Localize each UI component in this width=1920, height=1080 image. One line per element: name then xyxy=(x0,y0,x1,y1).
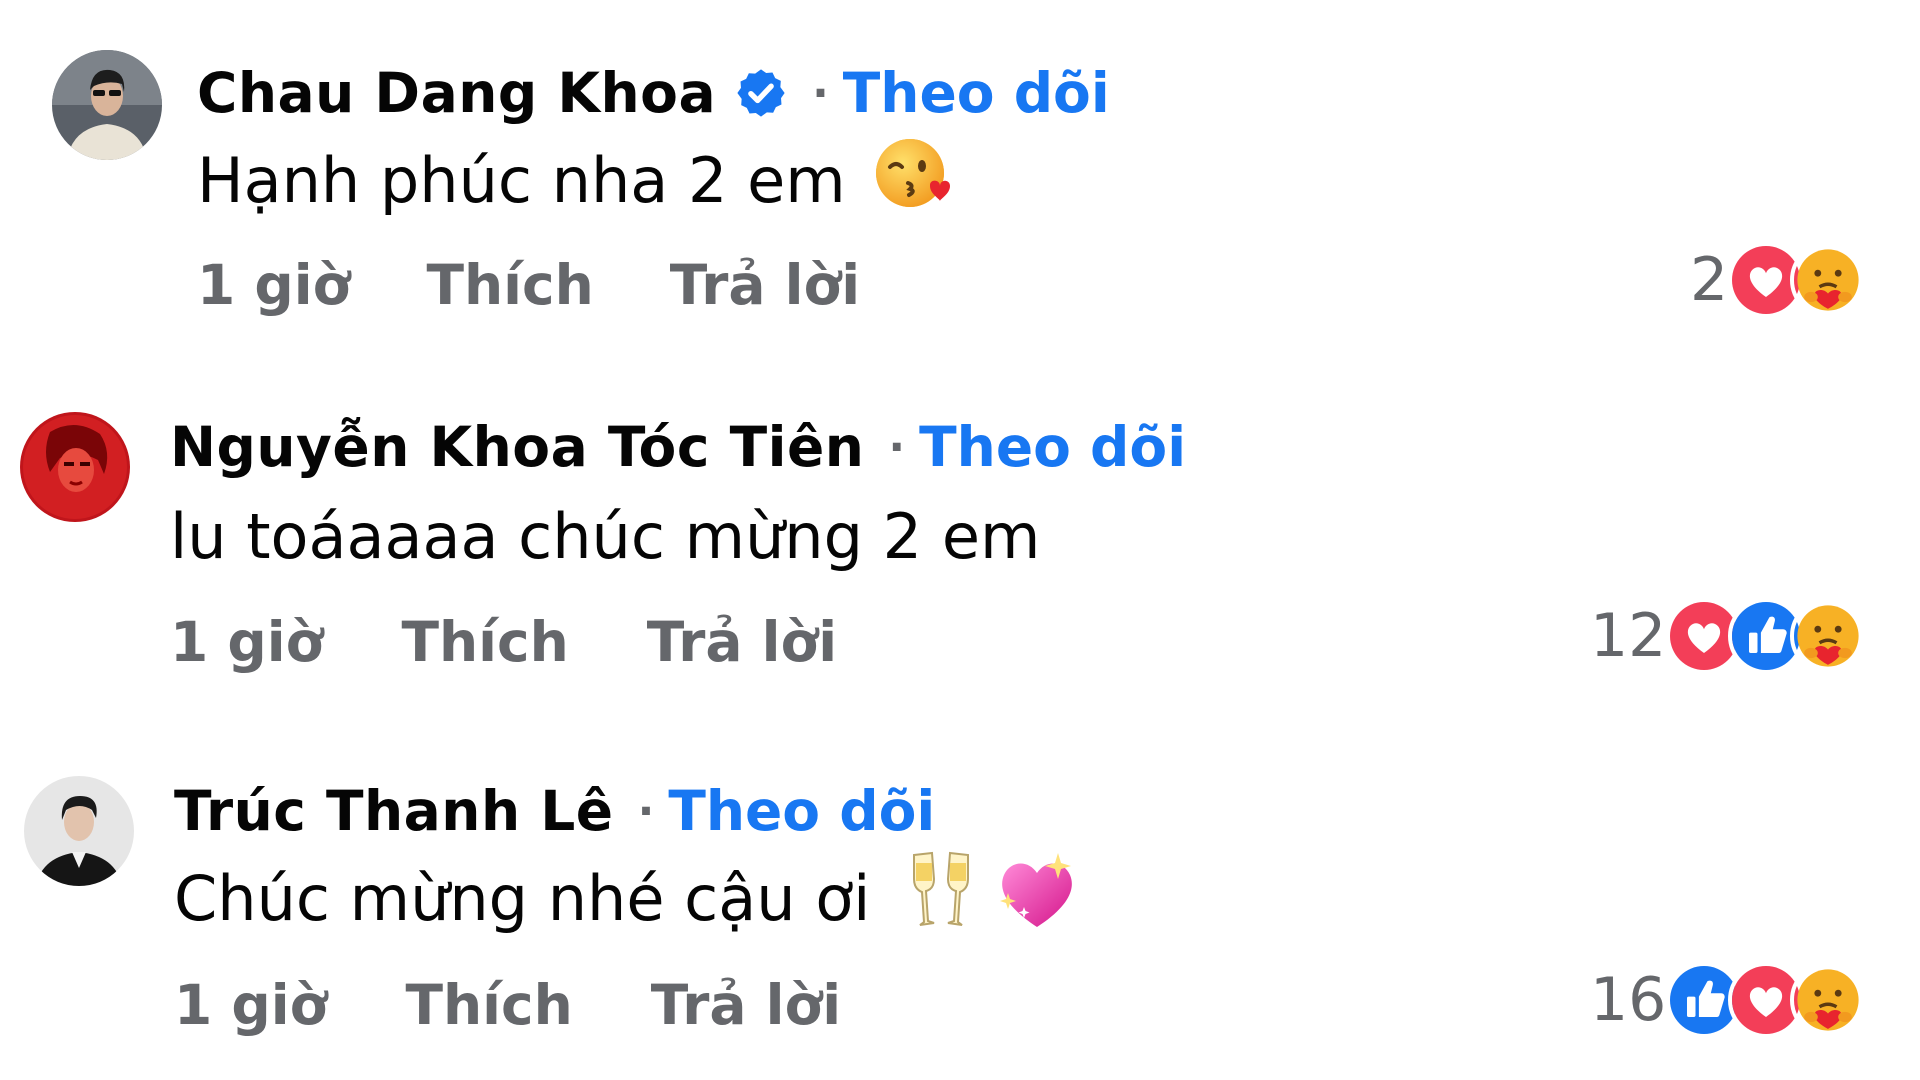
reaction-count: 2 xyxy=(1690,245,1729,315)
author-name[interactable]: Nguyễn Khoa Tóc Tiên xyxy=(170,415,864,479)
reaction-summary[interactable]: 16 xyxy=(1590,960,1867,1040)
separator-dot: · xyxy=(812,67,829,119)
avatar[interactable] xyxy=(52,50,162,160)
author-name[interactable]: Trúc Thanh Lê xyxy=(174,779,614,843)
comment-text-line: Hạnh phúc nha 2 em xyxy=(197,138,952,220)
comment-header: Nguyễn Khoa Tóc Tiên · Theo dõi xyxy=(170,412,1186,482)
sparkling-heart-icon xyxy=(994,849,1080,948)
follow-button[interactable]: Theo dõi xyxy=(668,779,935,843)
separator-dot: · xyxy=(888,421,906,473)
like-action-button[interactable]: Thích xyxy=(426,253,593,317)
author-name[interactable]: Chau Dang Khoa xyxy=(197,61,716,125)
reaction-summary[interactable]: 12 xyxy=(1590,596,1867,676)
reply-action-button[interactable]: Trả lời xyxy=(651,973,841,1037)
like-action-button[interactable]: Thích xyxy=(405,973,572,1037)
verified-badge-icon xyxy=(734,66,788,120)
comment-actions: 1 giờ Thích Trả lời xyxy=(174,970,841,1040)
comment-header: Trúc Thanh Lê · Theo dõi xyxy=(174,776,935,846)
care-reaction-icon xyxy=(1790,598,1867,674)
comment-timestamp[interactable]: 1 giờ xyxy=(197,253,350,317)
comment-text: Chúc mừng nhé cậu ơi xyxy=(174,861,871,935)
reply-action-button[interactable]: Trả lời xyxy=(670,253,860,317)
comment-text-line: Chúc mừng nhé cậu ơi xyxy=(174,851,1080,940)
care-reaction-icon xyxy=(1790,242,1867,318)
reply-action-button[interactable]: Trả lời xyxy=(647,610,837,674)
face-blowing-kiss-icon xyxy=(872,133,952,228)
comment-text: Hạnh phúc nha 2 em xyxy=(197,143,846,217)
reaction-count: 12 xyxy=(1590,601,1667,671)
comment-timestamp[interactable]: 1 giờ xyxy=(170,610,323,674)
separator-dot: · xyxy=(637,785,655,837)
avatar[interactable] xyxy=(24,776,134,886)
follow-button[interactable]: Theo dõi xyxy=(919,415,1186,479)
comment-actions: 1 giờ Thích Trả lời xyxy=(197,250,860,320)
comment-text: lu toáaaaa chúc mừng 2 em xyxy=(170,499,1041,573)
comment-timestamp[interactable]: 1 giờ xyxy=(174,973,327,1037)
comment-text-line: lu toáaaaa chúc mừng 2 em xyxy=(170,496,1040,576)
care-reaction-icon xyxy=(1790,962,1867,1038)
like-action-button[interactable]: Thích xyxy=(401,610,568,674)
comment-header: Chau Dang Khoa · Theo dõi xyxy=(197,58,1110,128)
reaction-summary[interactable]: 2 xyxy=(1690,240,1867,320)
reaction-count: 16 xyxy=(1590,965,1667,1035)
comment-actions: 1 giờ Thích Trả lời xyxy=(170,607,837,677)
clinking-glasses-icon xyxy=(906,849,976,948)
avatar[interactable] xyxy=(20,412,130,522)
follow-button[interactable]: Theo dõi xyxy=(843,61,1110,125)
